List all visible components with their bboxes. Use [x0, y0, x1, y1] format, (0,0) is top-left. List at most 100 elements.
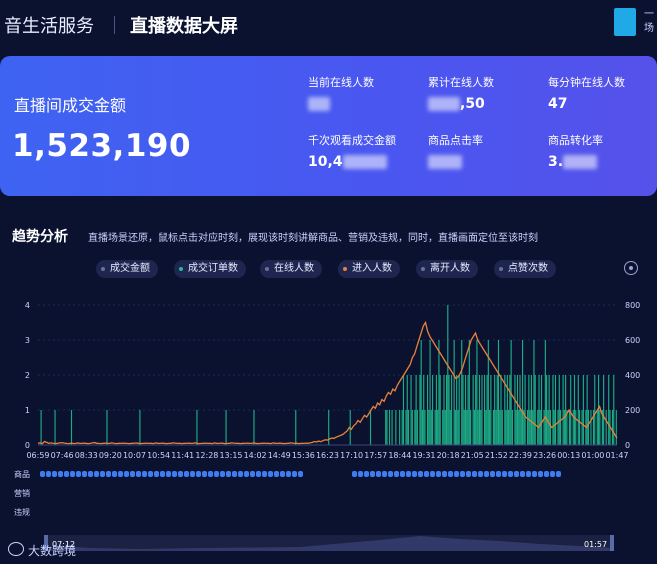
bar-orders	[451, 375, 453, 445]
bar-orders	[424, 410, 426, 445]
bar-orders	[530, 375, 532, 445]
y-right-tick: 400	[625, 371, 640, 380]
bar-orders	[472, 375, 474, 445]
product-event-marker	[274, 471, 279, 477]
bar-orders	[401, 410, 403, 445]
bar-orders	[463, 410, 465, 445]
product-event-marker	[160, 471, 165, 477]
bar-orders	[434, 410, 436, 445]
product-event-marker	[478, 471, 483, 477]
bar-orders	[458, 375, 460, 445]
bar-orders	[570, 375, 572, 445]
product-event-marker	[256, 471, 261, 477]
bar-orders	[442, 410, 444, 445]
bar-orders	[478, 375, 481, 445]
x-tick: 09:20	[99, 451, 122, 460]
bar-orders	[421, 410, 424, 445]
bar-orders	[532, 410, 534, 445]
product-event-marker	[136, 471, 141, 477]
product-event-marker	[370, 471, 375, 477]
bar-orders	[437, 410, 439, 445]
bar-orders	[70, 410, 73, 445]
product-event-marker	[286, 471, 291, 477]
product-event-marker	[172, 471, 177, 477]
bar-orders	[554, 375, 557, 445]
bar-orders	[615, 410, 617, 445]
x-tick: 15:36	[292, 451, 315, 460]
bar-orders	[415, 375, 417, 445]
x-tick: 01:47	[605, 451, 628, 460]
x-tick: 07:46	[51, 451, 74, 460]
bar-orders	[519, 375, 521, 445]
bar-orders	[385, 410, 387, 445]
bar-orders	[449, 410, 451, 445]
bar-orders	[295, 410, 297, 445]
product-event-marker	[394, 471, 399, 477]
x-tick: 06:59	[26, 451, 49, 460]
bar-orders	[509, 375, 511, 445]
product-event-marker	[46, 471, 51, 477]
bar-orders	[539, 410, 541, 445]
product-event-marker	[418, 471, 423, 477]
bar-orders	[553, 410, 555, 445]
y-right-tick: 0	[625, 441, 630, 450]
product-event-marker	[184, 471, 189, 477]
y-right-tick: 600	[625, 336, 640, 345]
product-event-marker	[280, 471, 285, 477]
bar-orders	[578, 410, 581, 445]
x-tick: 10:54	[147, 451, 170, 460]
bar-orders	[505, 410, 507, 445]
bar-orders	[402, 375, 405, 445]
product-event-marker	[496, 471, 501, 477]
bar-orders	[386, 410, 388, 445]
x-tick: 18:44	[388, 451, 411, 460]
bar-orders	[435, 375, 437, 445]
product-event-marker	[40, 471, 45, 477]
bar-orders	[466, 410, 468, 445]
bar-orders	[594, 375, 596, 445]
bar-orders	[444, 410, 446, 445]
product-event-marker	[538, 471, 543, 477]
bar-orders	[587, 410, 590, 445]
bar-orders	[490, 375, 492, 445]
product-event-marker	[88, 471, 93, 477]
bar-orders	[253, 410, 255, 445]
bar-orders	[611, 410, 614, 445]
bar-orders	[497, 340, 500, 445]
bar-orders	[540, 375, 543, 445]
y-left-tick: 1	[25, 406, 30, 415]
bar-orders	[533, 340, 535, 445]
x-tick: 20:18	[437, 451, 460, 460]
y-left-tick: 3	[25, 336, 30, 345]
bar-orders	[499, 410, 501, 445]
product-event-marker	[502, 471, 507, 477]
product-event-marker	[106, 471, 111, 477]
bar-orders	[534, 375, 536, 445]
bar-orders	[492, 410, 494, 445]
bar-orders	[546, 375, 548, 445]
product-event-marker	[550, 471, 555, 477]
bar-orders	[608, 375, 610, 445]
bar-orders	[419, 375, 421, 445]
x-tick: 01:00	[581, 451, 604, 460]
bar-orders	[586, 375, 588, 445]
range-end-label: 01:57	[584, 540, 607, 549]
bar-orders	[454, 410, 456, 445]
bar-orders	[582, 375, 584, 445]
bar-orders	[516, 375, 519, 445]
bar-orders	[558, 375, 560, 445]
bar-orders	[399, 410, 401, 445]
bar-orders	[470, 410, 472, 445]
product-event-marker	[508, 471, 513, 477]
product-event-marker	[430, 471, 435, 477]
bar-orders	[453, 340, 455, 445]
x-tick: 22:39	[509, 451, 532, 460]
trend-chart[interactable]: 01234020040060080006:59 07:46 08:33 09:20 10…	[0, 0, 657, 564]
bar-orders	[476, 340, 478, 445]
bar-orders	[473, 410, 475, 445]
bar-orders	[581, 410, 583, 445]
product-event-marker	[436, 471, 441, 477]
product-event-marker	[544, 471, 549, 477]
bar-orders	[496, 375, 498, 445]
x-tick: 14:02	[244, 451, 267, 460]
